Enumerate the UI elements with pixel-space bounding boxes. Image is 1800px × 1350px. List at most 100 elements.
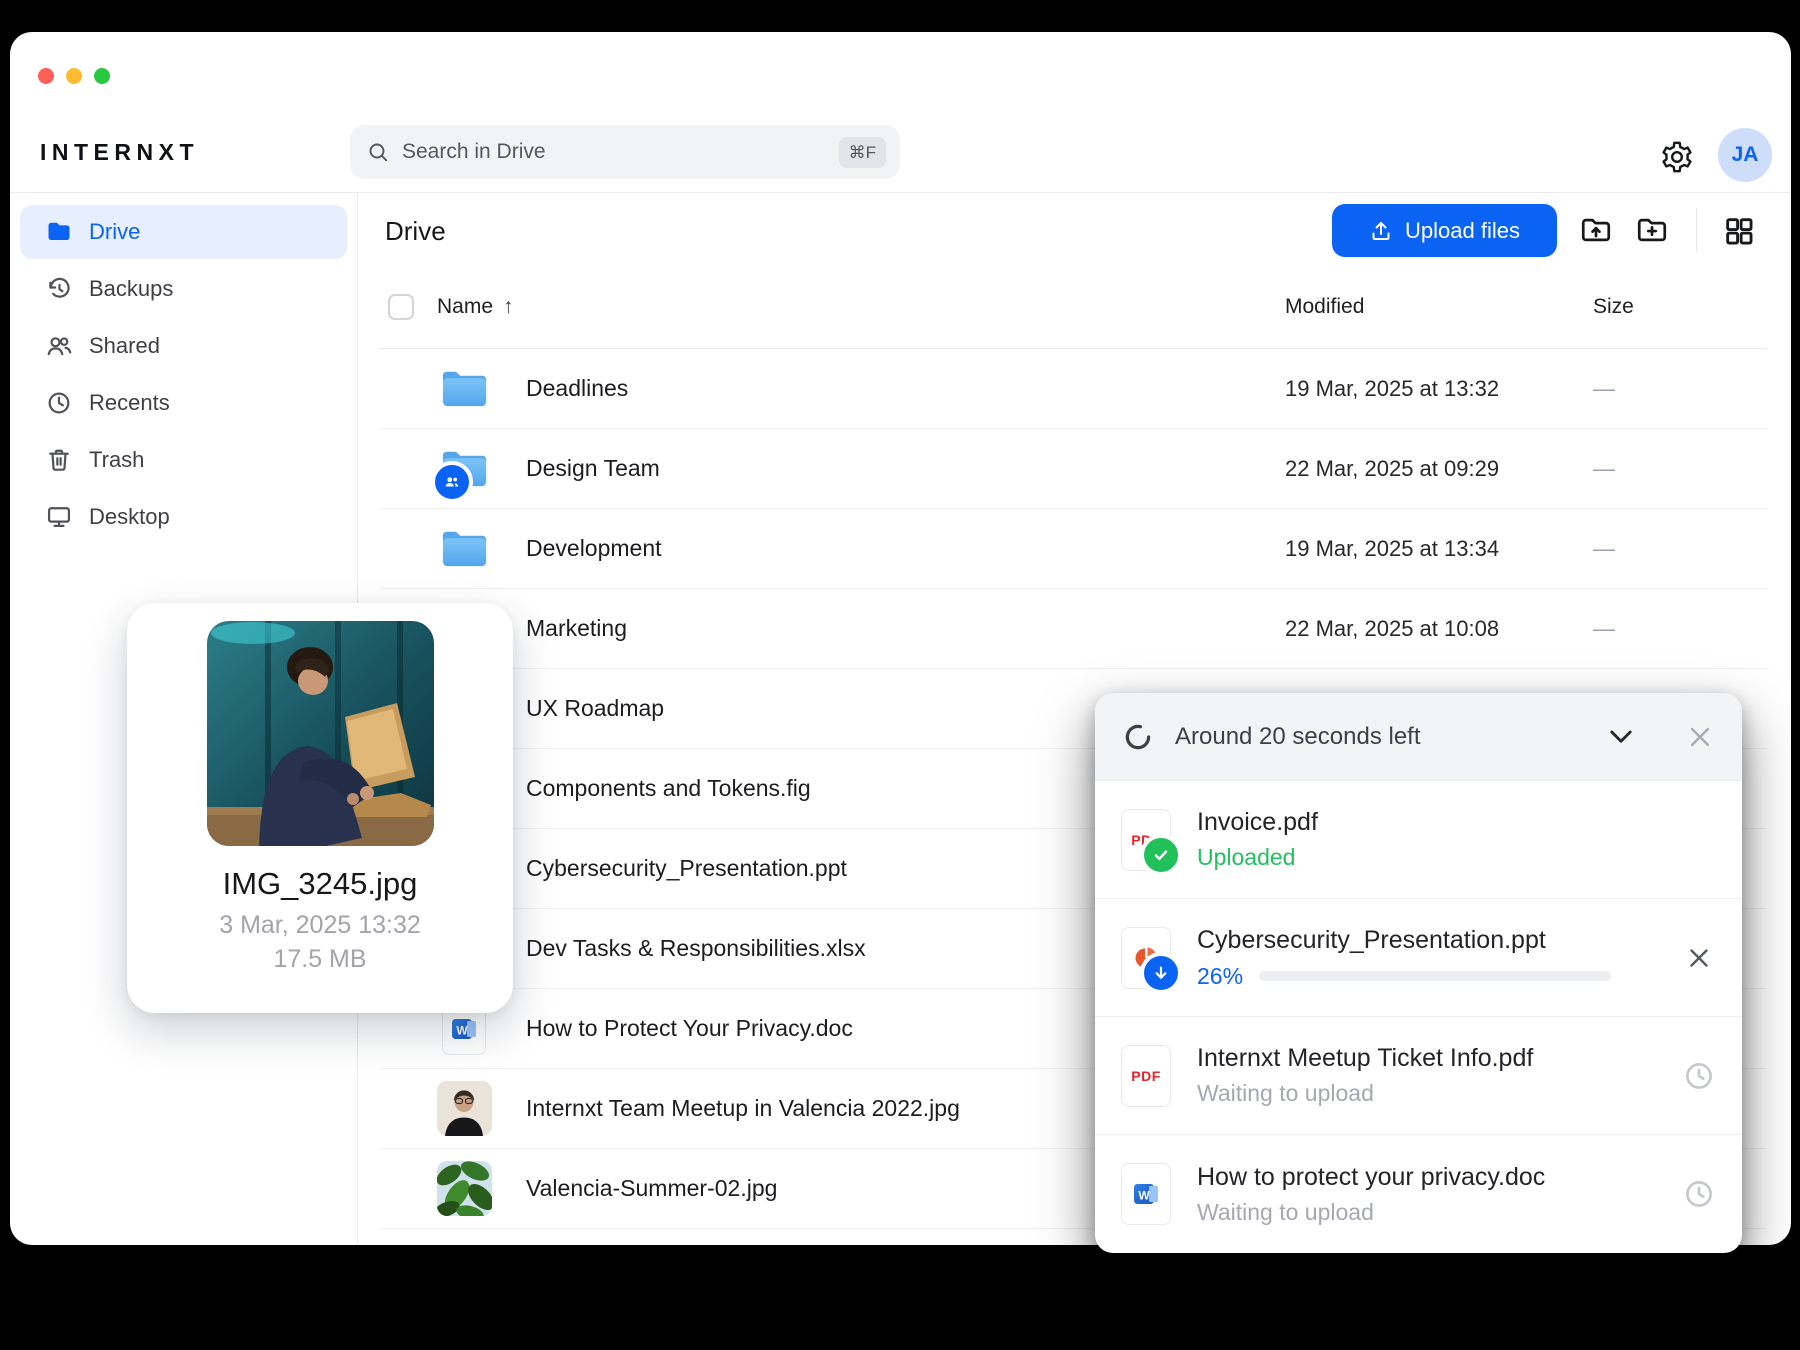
file-name: Marketing — [526, 615, 627, 641]
close-panel-icon[interactable] — [1684, 721, 1716, 753]
trash-icon — [45, 446, 73, 474]
minimize-window-button[interactable] — [66, 68, 82, 84]
sidebar-nav: Drive Backups Shared Recents Trash Desktop — [10, 205, 357, 544]
spinner-icon — [1125, 724, 1151, 749]
pdf-icon: PDF — [1121, 1044, 1171, 1107]
sidebar-item-shared[interactable]: Shared — [20, 319, 347, 373]
upload-item-name: Internxt Meetup Ticket Info.pdf — [1197, 1044, 1534, 1072]
file-name: Dev Tasks & Responsibilities.xlsx — [526, 935, 866, 961]
preview-date: 3 Mar, 2025 13:32 — [219, 911, 421, 939]
clock-icon — [45, 389, 73, 417]
upload-item-list: PDF Invoice.pdf Uploaded Cybersecurity_P… — [1095, 781, 1742, 1253]
upload-status-uploaded: Uploaded — [1197, 844, 1296, 870]
upload-item: PDF Invoice.pdf Uploaded — [1095, 781, 1742, 899]
settings-gear-icon[interactable] — [1660, 140, 1694, 174]
upload-progress: 26% — [1197, 963, 1716, 990]
sort-arrow-icon: ↑ — [503, 295, 514, 318]
file-modified-date: 22 Mar, 2025 at 09:29 — [1285, 455, 1500, 481]
sidebar-item-trash[interactable]: Trash — [20, 433, 347, 487]
screen: INTERNXT Search in Drive ⌘F JA Drive Back… — [0, 0, 1800, 1350]
history-icon — [45, 275, 73, 303]
file-size: — — [1593, 535, 1615, 561]
upload-item: Cybersecurity_Presentation.ppt 26% — [1095, 899, 1742, 1017]
column-header-name[interactable]: Name ↑ — [437, 295, 514, 319]
sidebar-item-label: Shared — [89, 333, 160, 358]
user-avatar[interactable]: JA — [1718, 128, 1772, 182]
shared-folder-badge — [431, 461, 473, 503]
svg-text:W: W — [1138, 1189, 1150, 1203]
zoom-window-button[interactable] — [94, 68, 110, 84]
uploading-arrow-badge — [1140, 951, 1182, 994]
file-preview-card: IMG_3245.jpg 3 Mar, 2025 13:32 17.5 MB — [127, 603, 513, 1013]
internxt-logo: INTERNXT — [40, 139, 199, 165]
column-header-size[interactable]: Size — [1593, 295, 1634, 319]
folder-icon — [45, 218, 73, 246]
file-size: — — [1593, 615, 1615, 641]
collapse-chevron-down-icon[interactable] — [1604, 720, 1638, 754]
ppt-icon — [1121, 926, 1182, 994]
close-window-button[interactable] — [38, 68, 54, 84]
upload-item-name: Invoice.pdf — [1197, 808, 1318, 836]
search-shortcut-badge: ⌘F — [838, 136, 886, 168]
table-row[interactable]: Development 19 Mar, 2025 at 13:34 — — [380, 509, 1767, 589]
file-name: Cybersecurity_Presentation.ppt — [526, 855, 847, 881]
page-title: Drive — [385, 216, 446, 246]
column-header-modified[interactable]: Modified — [1285, 295, 1364, 319]
upload-status-waiting: Waiting to upload — [1197, 1080, 1374, 1106]
file-modified-date: 22 Mar, 2025 at 10:08 — [1285, 615, 1500, 641]
desktop-icon — [45, 503, 73, 531]
upload-eta-label: Around 20 seconds left — [1175, 722, 1421, 750]
photo-portrait-icon — [437, 1081, 492, 1136]
upload-files-button[interactable]: Upload files — [1332, 204, 1557, 257]
upload-item-name: Cybersecurity_Presentation.ppt — [1197, 925, 1546, 954]
toolbar-divider — [1696, 208, 1697, 252]
table-row[interactable]: Design Team 22 Mar, 2025 at 09:29 — — [380, 429, 1767, 509]
sidebar-item-recents[interactable]: Recents — [20, 376, 347, 430]
select-all-checkbox[interactable] — [388, 294, 414, 320]
grid-view-icon[interactable] — [1722, 214, 1756, 248]
sidebar-item-label: Drive — [89, 219, 141, 244]
upload-files-label: Upload files — [1405, 217, 1520, 243]
file-name: Design Team — [526, 455, 660, 481]
progress-bar — [1259, 971, 1612, 981]
upload-panel-header: Around 20 seconds left — [1095, 693, 1742, 781]
sidebar-item-label: Backups — [89, 276, 174, 301]
table-row[interactable]: Deadlines 19 Mar, 2025 at 13:32 — — [380, 349, 1767, 429]
progress-percent-label: 26% — [1197, 962, 1244, 989]
upload-folder-icon[interactable] — [1578, 212, 1614, 248]
sidebar-item-label: Recents — [89, 390, 170, 415]
file-name: How to Protect Your Privacy.doc — [526, 1015, 853, 1041]
folder-icon — [437, 521, 492, 576]
preview-filename: IMG_3245.jpg — [222, 866, 418, 901]
sidebar-item-label: Desktop — [89, 504, 170, 529]
people-icon — [45, 332, 73, 360]
uploaded-check-badge — [1140, 833, 1182, 876]
sidebar-item-backups[interactable]: Backups — [20, 262, 347, 316]
waiting-clock-icon — [1686, 1181, 1712, 1207]
preview-photo — [206, 621, 434, 846]
cancel-upload-icon[interactable] — [1684, 943, 1714, 973]
upload-item: PDF Internxt Meetup Ticket Info.pdf Wait… — [1095, 1017, 1742, 1135]
sidebar-item-label: Trash — [89, 447, 145, 472]
upload-icon — [1372, 221, 1390, 240]
file-name: Valencia-Summer-02.jpg — [526, 1175, 778, 1201]
preview-size: 17.5 MB — [273, 945, 367, 973]
search-placeholder: Search in Drive — [402, 140, 546, 163]
table-row[interactable]: Marketing 22 Mar, 2025 at 10:08 — — [380, 589, 1767, 669]
file-name: Deadlines — [526, 375, 629, 401]
file-name: Internxt Team Meetup in Valencia 2022.jp… — [526, 1095, 960, 1121]
sidebar-item-desktop[interactable]: Desktop — [20, 490, 347, 544]
folder-shared-icon — [431, 441, 492, 503]
upload-status-waiting: Waiting to upload — [1197, 1198, 1374, 1225]
sidebar-item-drive[interactable]: Drive — [20, 205, 347, 259]
search-input[interactable]: Search in Drive ⌘F — [350, 125, 900, 179]
new-folder-icon[interactable] — [1634, 212, 1670, 248]
file-size: — — [1593, 455, 1615, 481]
folder-icon — [437, 361, 492, 416]
waiting-clock-icon — [1686, 1062, 1712, 1089]
file-name: UX Roadmap — [526, 695, 665, 721]
file-name: Components and Tokens.fig — [526, 775, 811, 801]
pdf-icon: PDF — [1121, 808, 1182, 876]
upload-progress-panel: Around 20 seconds left PDF Invoice.pdf U… — [1095, 693, 1742, 1253]
upload-item: W How to protect your privacy.doc Waitin… — [1095, 1135, 1742, 1253]
